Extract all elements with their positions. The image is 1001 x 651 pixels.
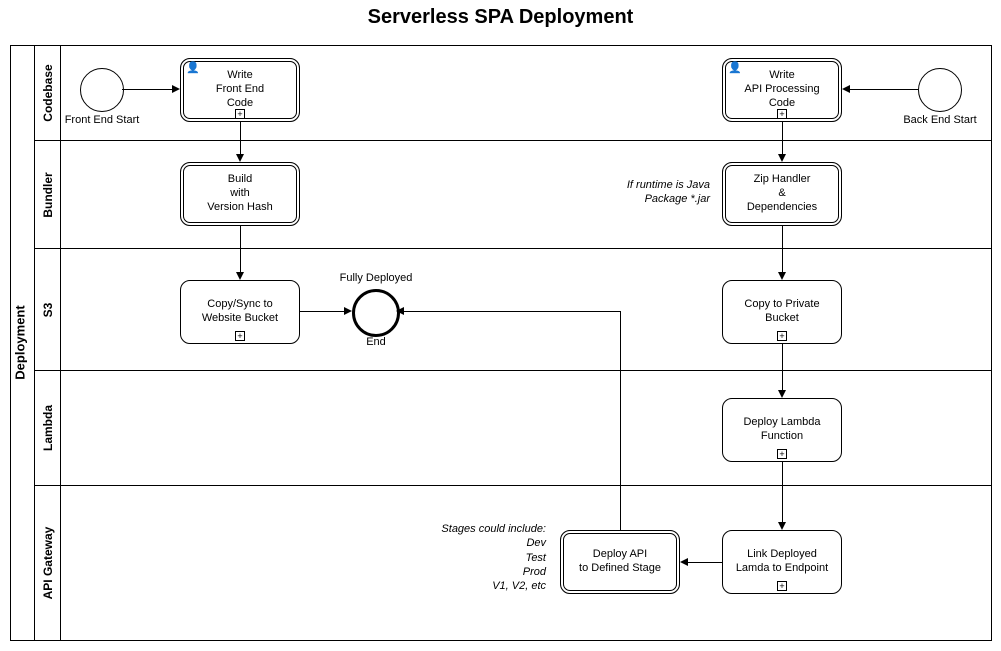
task-label: Copy to Private Bucket	[744, 298, 819, 326]
flow	[782, 462, 783, 522]
task-label: Link Deployed Lamda to Endpoint	[736, 548, 828, 576]
flow	[782, 122, 783, 154]
end-event	[352, 289, 400, 337]
arrowhead-icon	[172, 85, 180, 93]
arrowhead-icon	[236, 154, 244, 162]
user-icon: 👤	[186, 62, 200, 76]
task-copy-private-bucket: Copy to Private Bucket +	[722, 280, 842, 344]
task-label: Zip Handler & Dependencies	[747, 173, 817, 214]
start-event-back-end-label: Back End Start	[893, 114, 987, 126]
flow	[782, 344, 783, 390]
flow	[122, 89, 172, 90]
lane-lambda: Lambda	[41, 398, 55, 458]
lane-divider-1	[34, 140, 992, 141]
subprocess-marker: +	[235, 331, 245, 341]
flow	[688, 562, 722, 563]
subprocess-marker: +	[777, 581, 787, 591]
annotation-stages: Stages could include: Dev Test Prod V1, …	[418, 522, 546, 593]
task-link-lambda-endpoint: Link Deployed Lamda to Endpoint +	[722, 530, 842, 594]
task-label: Build with Version Hash	[207, 173, 272, 214]
start-event-back-end	[918, 68, 962, 112]
arrowhead-icon	[778, 522, 786, 530]
task-write-api-code: 👤 Write API Processing Code +	[722, 58, 842, 122]
subprocess-marker: +	[777, 331, 787, 341]
task-copy-website-bucket: Copy/Sync to Website Bucket +	[180, 280, 300, 344]
end-event-label-top: Fully Deployed	[332, 272, 420, 284]
task-label: Deploy API to Defined Stage	[579, 548, 661, 576]
lane-apigw: API Gateway	[41, 521, 55, 605]
lane-divider-4	[34, 485, 992, 486]
start-event-front-end	[80, 68, 124, 112]
task-zip-handler: Zip Handler & Dependencies	[722, 162, 842, 226]
flow	[240, 226, 241, 272]
diagram-title: Serverless SPA Deployment	[0, 6, 1001, 29]
subprocess-marker: +	[777, 449, 787, 459]
task-write-front-end: 👤 Write Front End Code +	[180, 58, 300, 122]
arrowhead-icon	[236, 272, 244, 280]
flow	[782, 226, 783, 272]
arrowhead-icon	[778, 272, 786, 280]
task-deploy-lambda: Deploy Lambda Function +	[722, 398, 842, 462]
lane-s3: S3	[41, 280, 55, 340]
task-label: Write Front End Code	[216, 69, 264, 110]
subprocess-marker: +	[777, 109, 787, 119]
flow	[620, 311, 621, 530]
arrowhead-icon	[344, 307, 352, 315]
task-label: Copy/Sync to Website Bucket	[202, 298, 278, 326]
lane-codebase: Codebase	[41, 63, 55, 123]
arrowhead-icon	[778, 390, 786, 398]
lane-bundler: Bundler	[41, 165, 55, 225]
flow	[300, 311, 344, 312]
pool-header-divider	[34, 45, 35, 641]
task-label: Write API Processing Code	[744, 69, 819, 110]
lane-divider-3	[34, 370, 992, 371]
pool-label: Deployment	[13, 303, 28, 383]
arrowhead-icon	[680, 558, 688, 566]
end-event-label-bottom: End	[332, 336, 420, 348]
lane-divider-2	[34, 248, 992, 249]
start-event-front-end-label: Front End Start	[55, 114, 149, 126]
flow	[850, 89, 918, 90]
task-deploy-api-stage: Deploy API to Defined Stage	[560, 530, 680, 594]
task-label: Deploy Lambda Function	[743, 416, 820, 444]
flow	[404, 311, 620, 312]
task-build-hash: Build with Version Hash	[180, 162, 300, 226]
subprocess-marker: +	[235, 109, 245, 119]
flow	[240, 122, 241, 154]
user-icon: 👤	[728, 62, 742, 76]
lane-header-divider	[60, 45, 61, 641]
arrowhead-icon	[842, 85, 850, 93]
annotation-java: If runtime is Java Package *.jar	[598, 178, 710, 207]
arrowhead-icon	[396, 307, 404, 315]
arrowhead-icon	[778, 154, 786, 162]
